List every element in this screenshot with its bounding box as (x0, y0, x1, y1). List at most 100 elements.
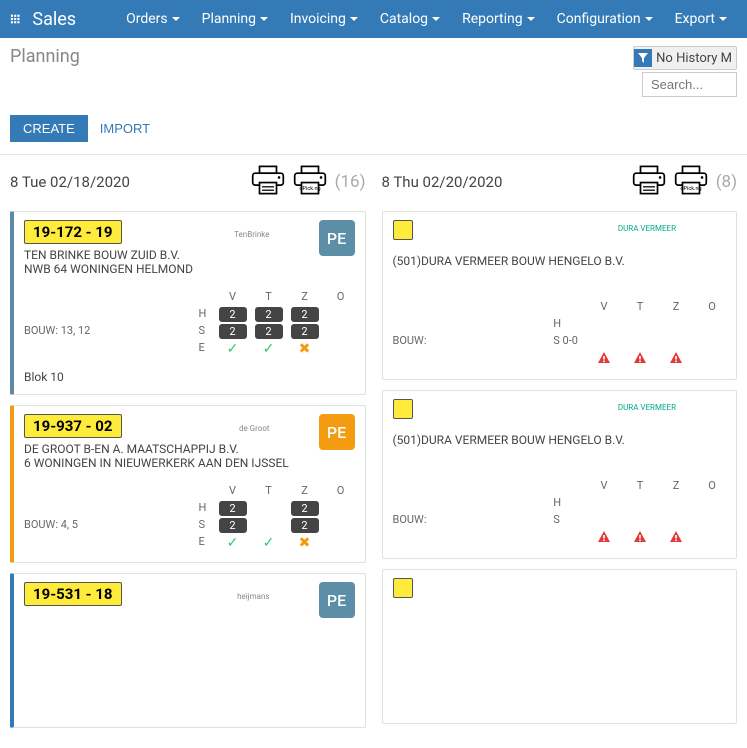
print-picking-icon[interactable]: oPick.ng (293, 165, 327, 199)
column-count: (8) (716, 172, 737, 192)
chevron-down-icon (719, 17, 727, 21)
grid-cell: 2 (219, 324, 247, 339)
pe-badge: PE (319, 414, 355, 450)
nav-item-export[interactable]: Export (665, 3, 737, 35)
grid-cell: 2 (219, 307, 247, 322)
company-logo: TenBrinke (234, 230, 269, 239)
pe-badge: PE (319, 582, 355, 618)
grid-cell: 2 (255, 324, 283, 339)
grid-head: Z (662, 300, 690, 317)
chevron-down-icon (172, 17, 180, 21)
print-icon[interactable] (632, 165, 666, 199)
warn-icon: ✖ (291, 341, 319, 357)
check-icon: ✓ (219, 535, 247, 551)
planning-card[interactable] (382, 569, 738, 724)
svg-text:oPick.ng: oPick.ng (680, 186, 701, 192)
import-button[interactable]: IMPORT (100, 115, 150, 142)
error-icon (662, 530, 690, 548)
filter-badge[interactable]: No History M (633, 46, 737, 70)
grid-head: Z (291, 484, 319, 501)
planning-card[interactable]: 19-172 - 19PETenBrinkeTEN BRINKE BOUW ZU… (10, 211, 366, 395)
job-tag (393, 578, 413, 598)
grid-head: V (590, 300, 618, 317)
grid-head: O (327, 484, 355, 501)
column-count: (16) (335, 172, 366, 192)
kanban-columns: 8 Tue 02/18/2020 oPick.ng (16) 19-172 - … (0, 155, 747, 748)
job-tag: 19-937 - 02 (24, 414, 122, 438)
grid-head: O (698, 300, 726, 317)
job-tag: 19-172 - 19 (24, 220, 122, 244)
funnel-icon (634, 49, 652, 67)
card-project: NWB 64 WONINGEN HELMOND (24, 262, 355, 276)
search-area: No History M (633, 46, 737, 97)
error-icon (590, 530, 618, 548)
grid-head: O (327, 290, 355, 307)
nav-item-reporting[interactable]: Reporting (452, 3, 545, 35)
nav-item-orders[interactable]: Orders (116, 3, 190, 35)
chevron-down-icon (432, 17, 440, 21)
company-logo: de Groot (239, 424, 270, 433)
pe-badge: PE (319, 220, 355, 256)
nav-item-invoicing[interactable]: Invoicing (280, 3, 368, 35)
job-tag: 19-531 - 18 (24, 582, 122, 606)
print-icon[interactable] (251, 165, 285, 199)
chevron-down-icon (527, 17, 535, 21)
grid-head: V (590, 479, 618, 496)
grid-head: V (219, 290, 247, 307)
job-tag (393, 399, 413, 419)
column-date: 8 Thu 02/20/2020 (382, 173, 624, 191)
planning-card[interactable]: 19-937 - 02 PE de Groot DE GROOT B-EN A. MA… (10, 405, 366, 563)
grid-head: O (698, 479, 726, 496)
search-input[interactable] (642, 72, 737, 97)
nav-item-catalog[interactable]: Catalog (370, 3, 450, 35)
planning-card[interactable]: DURA VERMEER (501)DURA VERMEER BOUW HENGE… (382, 390, 738, 559)
grid-head: T (626, 300, 654, 317)
topbar: Sales OrdersPlanningInvoicingCatalogRepo… (0, 0, 747, 38)
grid-cell: 2 (255, 307, 283, 322)
grid-head: V (219, 484, 247, 501)
filter-label: No History M (656, 51, 732, 66)
svg-text:oPick.ng: oPick.ng (299, 186, 320, 192)
create-button[interactable]: CREATE (10, 115, 88, 142)
apps-icon[interactable] (10, 9, 20, 29)
company-logo: heijmans (237, 592, 269, 601)
blok-line: Blok 10 (24, 370, 355, 384)
kanban-column: 8 Tue 02/18/2020 oPick.ng (16) 19-172 - … (10, 165, 366, 738)
chevron-down-icon (350, 17, 358, 21)
grid-cell: 2 (219, 501, 247, 516)
planning-card[interactable]: 19-531 - 18 PE heijmans (10, 573, 366, 728)
error-icon (662, 351, 690, 369)
nav-item-configuration[interactable]: Configuration (547, 3, 663, 35)
card-customer: (501)DURA VERMEER BOUW HENGELO B.V. (393, 254, 727, 268)
card-customer: DE GROOT B-EN A. MAATSCHAPPIJ B.V. (24, 442, 355, 456)
grid-cell: 2 (219, 518, 247, 533)
check-icon: ✓ (219, 341, 247, 357)
grid-cell: 2 (291, 307, 319, 322)
card-customer: (501)DURA VERMEER BOUW HENGELO B.V. (393, 433, 727, 447)
nav: OrdersPlanningInvoicingCatalogReportingC… (116, 3, 737, 35)
grid-head: T (626, 479, 654, 496)
error-icon (626, 530, 654, 548)
planning-card[interactable]: DURA VERMEER (501)DURA VERMEER BOUW HENGE… (382, 211, 738, 380)
page-title: Planning (10, 46, 80, 67)
card-project: 6 WONINGEN IN NIEUWERKERK AAN DEN IJSSEL (24, 456, 355, 470)
print-picking-icon[interactable]: oPick.ng (674, 165, 708, 199)
brand[interactable]: Sales (32, 9, 76, 30)
chevron-down-icon (645, 17, 653, 21)
column-date: 8 Tue 02/18/2020 (10, 173, 243, 191)
grid-cell: 2 (291, 501, 319, 516)
grid-cell: 2 (291, 324, 319, 339)
company-logo: DURA VERMEER (618, 224, 676, 233)
kanban-column: 8 Thu 02/20/2020 oPick.ng (8) DURA VERME… (382, 165, 738, 738)
check-icon: ✓ (255, 341, 283, 357)
grid-head: Z (662, 479, 690, 496)
toolbar: Planning No History M CREATE IMPORT (0, 38, 747, 155)
error-icon (626, 351, 654, 369)
error-icon (590, 351, 618, 369)
warn-icon: ✖ (291, 535, 319, 551)
grid-head: T (255, 290, 283, 307)
grid-cell: 2 (291, 518, 319, 533)
company-logo: DURA VERMEER (618, 403, 676, 412)
job-tag (393, 220, 413, 240)
nav-item-planning[interactable]: Planning (192, 3, 278, 35)
